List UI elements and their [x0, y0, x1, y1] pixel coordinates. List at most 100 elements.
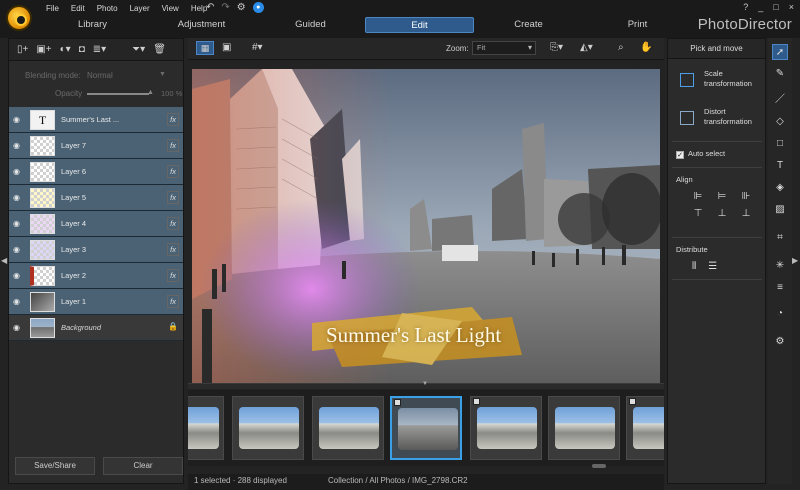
fx-icon[interactable]: fx: [167, 243, 179, 256]
fx-icon[interactable]: fx: [167, 269, 179, 282]
tab-library[interactable]: Library: [38, 17, 147, 33]
align-top-icon[interactable]: ⊤: [688, 208, 708, 219]
mask-icon[interactable]: ◘: [79, 44, 85, 55]
tab-adjustment[interactable]: Adjustment: [147, 17, 256, 33]
eye-icon[interactable]: ◉: [13, 245, 20, 254]
shape-tool-icon[interactable]: □: [772, 136, 788, 152]
adjustment-layer-icon[interactable]: ◐▾: [60, 44, 71, 55]
menu-view[interactable]: View: [156, 3, 185, 14]
menu-edit[interactable]: Edit: [65, 3, 91, 14]
fx-icon[interactable]: fx: [167, 191, 179, 204]
distort-transformation-option[interactable]: Distort transformation: [678, 107, 762, 135]
eye-icon[interactable]: ◉: [13, 323, 20, 332]
chevron-down-icon[interactable]: ▼: [422, 381, 428, 387]
layer-row-background[interactable]: ◉ Background 🔒: [9, 315, 183, 341]
tab-guided[interactable]: Guided: [256, 17, 365, 33]
tab-edit[interactable]: Edit: [365, 17, 474, 33]
help-button[interactable]: ?: [743, 2, 748, 12]
undo-icon[interactable]: ↶: [206, 2, 214, 13]
filmstrip-scrollbar[interactable]: [592, 464, 606, 468]
settings-gear-icon[interactable]: ⚙: [772, 334, 788, 350]
eye-icon[interactable]: ◉: [13, 271, 20, 280]
gear-icon[interactable]: ⚙: [237, 2, 246, 13]
hand-tool-icon[interactable]: ✋: [640, 42, 652, 53]
distribute-vertical-icon[interactable]: ☰: [708, 261, 717, 272]
grid-icon[interactable]: #▾: [252, 42, 263, 53]
filmstrip-thumbnail[interactable]: [232, 396, 304, 460]
auto-select-checkbox[interactable]: ✓ Auto select: [676, 149, 725, 159]
fx-icon[interactable]: fx: [167, 139, 179, 152]
flip-icon[interactable]: ◭▾: [580, 42, 593, 53]
align-right-icon[interactable]: ⊪: [736, 191, 756, 202]
image-canvas[interactable]: Summer's Last Light: [192, 69, 660, 383]
canvas-overlay-text[interactable]: Summer's Last Light: [326, 323, 501, 348]
tab-print[interactable]: Print: [583, 17, 692, 33]
tab-create[interactable]: Create: [474, 17, 583, 33]
filmstrip-thumbnail[interactable]: [312, 396, 384, 460]
align-center-icon[interactable]: ⊨: [712, 191, 732, 202]
fx-icon[interactable]: fx: [167, 165, 179, 178]
align-bottom-icon[interactable]: ⊥: [736, 208, 756, 219]
blending-mode-select[interactable]: Normal: [87, 71, 113, 80]
collapse-right-panel-icon[interactable]: ▶: [792, 256, 798, 265]
align-middle-icon[interactable]: ⊥: [712, 208, 732, 219]
layer-row[interactable]: ◉ Layer 2 fx: [9, 263, 183, 289]
fx-icon[interactable]: fx: [167, 113, 179, 126]
fx-icon[interactable]: fx: [167, 217, 179, 230]
brush-tool-icon[interactable]: ／: [772, 92, 788, 108]
eye-icon[interactable]: ◉: [13, 141, 20, 150]
adjust-sliders-icon[interactable]: ≡: [772, 280, 788, 296]
text-tool-icon[interactable]: T: [772, 158, 788, 174]
magic-wand-icon[interactable]: ✳: [772, 258, 788, 274]
color-adjust-icon[interactable]: ◔: [772, 306, 788, 322]
layer-row[interactable]: ◉ Layer 7 fx: [9, 133, 183, 159]
filmstrip-thumbnail[interactable]: [548, 396, 620, 460]
save-share-button[interactable]: Save/Share: [15, 457, 95, 475]
filmstrip-thumbnail[interactable]: [188, 396, 224, 460]
scale-transformation-option[interactable]: Scale transformation: [678, 69, 762, 97]
rotate-icon[interactable]: ⎘▾: [550, 42, 563, 53]
compare-view-icon[interactable]: ▣: [222, 42, 231, 53]
close-button[interactable]: ×: [789, 2, 794, 12]
opacity-slider-thumb[interactable]: ▲: [147, 89, 154, 96]
distribute-horizontal-icon[interactable]: ⫴: [692, 261, 696, 272]
filter-icon[interactable]: ⏷▾: [132, 44, 145, 55]
fill-tool-icon[interactable]: ◈: [772, 180, 788, 196]
layer-row-text[interactable]: ◉ T Summer's Last ... fx: [9, 107, 183, 133]
single-view-icon[interactable]: ▦: [196, 41, 214, 55]
opacity-slider[interactable]: [87, 93, 149, 95]
menu-file[interactable]: File: [40, 3, 65, 14]
layer-menu-icon[interactable]: ≣▾: [93, 44, 106, 55]
menu-photo[interactable]: Photo: [91, 3, 124, 14]
layer-row[interactable]: ◉ Layer 5 fx: [9, 185, 183, 211]
zoom-select[interactable]: Fit: [472, 41, 536, 55]
account-icon[interactable]: ●: [252, 2, 264, 13]
layer-row[interactable]: ◉ Layer 4 fx: [9, 211, 183, 237]
fx-icon[interactable]: fx: [167, 295, 179, 308]
clear-button[interactable]: Clear: [103, 457, 183, 475]
layer-row[interactable]: ◉ Layer 3 fx: [9, 237, 183, 263]
eye-icon[interactable]: ◉: [13, 115, 20, 124]
gradient-tool-icon[interactable]: ▨: [772, 202, 788, 218]
maximize-button[interactable]: □: [773, 2, 778, 12]
eye-icon[interactable]: ◉: [13, 297, 20, 306]
eraser-tool-icon[interactable]: ◇: [772, 114, 788, 130]
filmstrip-thumbnail-selected[interactable]: [390, 396, 462, 460]
layer-row[interactable]: ◉ Layer 1 fx: [9, 289, 183, 315]
menu-layer[interactable]: Layer: [124, 3, 156, 14]
layer-row[interactable]: ◉ Layer 6 fx: [9, 159, 183, 185]
filmstrip-thumbnail[interactable]: [626, 396, 664, 460]
pick-move-tool-icon[interactable]: ➚: [772, 44, 788, 60]
new-layer-icon[interactable]: ▯+: [17, 44, 28, 55]
align-left-icon[interactable]: ⊫: [688, 191, 708, 202]
add-image-layer-icon[interactable]: ▣+: [36, 44, 51, 55]
minimize-button[interactable]: _: [758, 2, 763, 12]
eye-icon[interactable]: ◉: [13, 193, 20, 202]
selection-brush-icon[interactable]: ✎: [772, 66, 788, 82]
trash-icon[interactable]: 🗑: [153, 44, 166, 55]
filmstrip-thumbnail[interactable]: [470, 396, 542, 460]
eye-icon[interactable]: ◉: [13, 167, 20, 176]
zoom-tool-icon[interactable]: ⌕: [618, 42, 624, 53]
crop-tool-icon[interactable]: ⌗: [772, 230, 788, 246]
collapse-left-panel-icon[interactable]: ◀: [1, 256, 7, 265]
